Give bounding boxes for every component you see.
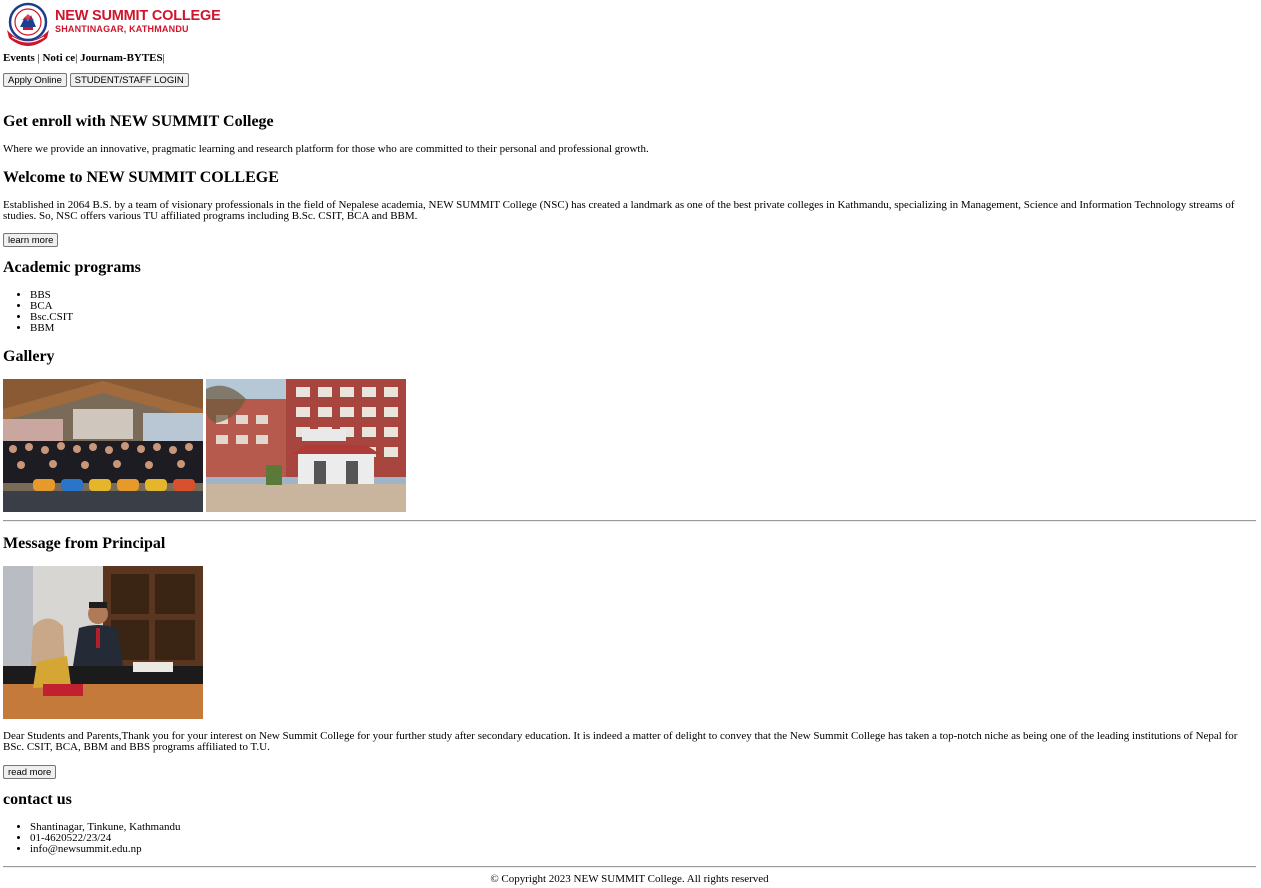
logo-name: NEW SUMMIT COLLEGE: [55, 7, 221, 24]
principal-title: Message from Principal: [3, 535, 166, 552]
page: NEW SUMMIT COLLEGE SHANTINAGAR, KATHMAND…: [3, 0, 1256, 885]
principal-office-image: [3, 566, 203, 719]
student-staff-login-button[interactable]: STUDENT/STAFF LOGIN: [69, 73, 189, 87]
program-item: BBM: [30, 323, 73, 334]
hero-title: Get enroll with NEW SUMMIT College: [3, 113, 274, 130]
contact-title: contact us: [3, 791, 72, 808]
nav-events-link[interactable]: Events: [3, 52, 35, 64]
nav-journam-bytes-link[interactable]: Journam-BYTES: [80, 52, 163, 64]
contact-email[interactable]: info@newsummit.edu.np: [30, 844, 181, 855]
hero-tagline: Where we provide an innovative, pragmati…: [3, 143, 649, 155]
students-group-image: [3, 379, 203, 512]
gallery-photo-students[interactable]: [3, 379, 203, 512]
footer-copyright: © Copyright 2023 NEW SUMMIT College. All…: [490, 873, 769, 885]
logo-location: SHANTINAGAR, KATHMANDU: [55, 23, 189, 34]
principal-message: Dear Students and Parents,Thank you for …: [3, 730, 1238, 753]
programs-list: BBS BCA Bsc.CSIT BBM: [3, 290, 73, 334]
header-actions: Apply Online STUDENT/STAFF LOGIN: [3, 73, 1256, 87]
gallery-title: Gallery: [3, 348, 55, 365]
programs-title: Academic programs: [3, 259, 141, 276]
nav-notice-link[interactable]: Noti ce: [42, 52, 75, 64]
nav-separator: |: [162, 52, 165, 64]
campus-building-image: [206, 379, 406, 512]
footer-divider: [3, 866, 1256, 868]
learn-more-button[interactable]: learn more: [3, 233, 59, 247]
top-nav: Events | Noti ce| Journam-BYTES|: [3, 52, 1256, 65]
college-emblem-icon: [7, 2, 49, 46]
contact-list: Shantinagar, Tinkune, Kathmandu 01-46205…: [3, 822, 181, 855]
gallery-photo-campus[interactable]: [206, 379, 406, 512]
principal-photo: [3, 566, 203, 719]
section-divider: [3, 520, 1256, 522]
college-logo[interactable]: NEW SUMMIT COLLEGE SHANTINAGAR, KATHMAND…: [3, 0, 1256, 48]
welcome-title: Welcome to NEW SUMMIT COLLEGE: [3, 169, 279, 186]
logo-text: NEW SUMMIT COLLEGE SHANTINAGAR, KATHMAND…: [55, 7, 221, 34]
apply-online-button[interactable]: Apply Online: [3, 73, 67, 87]
read-more-button[interactable]: read more: [3, 765, 57, 779]
welcome-text: Established in 2064 B.S. by a team of vi…: [3, 199, 1235, 222]
